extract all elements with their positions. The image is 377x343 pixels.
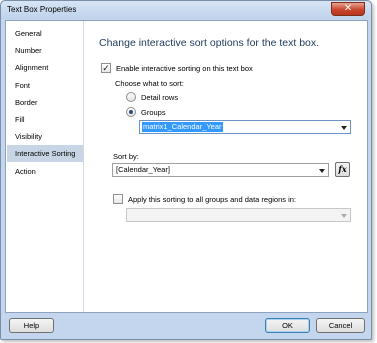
expression-button[interactable]: fx (335, 162, 350, 177)
dialog-window: Text Box Properties ✕ General Number Ali… (0, 0, 372, 340)
window-title: Text Box Properties (7, 5, 77, 14)
radio-selected-dot (129, 110, 133, 114)
groups-label: Groups (141, 108, 166, 117)
sort-by-label: Sort by: (113, 152, 139, 161)
groups-radio[interactable] (126, 107, 136, 117)
dialog-body: General Number Alignment Font Border Fil… (5, 20, 368, 313)
apply-all-checkbox[interactable] (113, 194, 123, 204)
enable-sorting-checkbox[interactable]: ✓ (101, 63, 111, 73)
close-icon: ✕ (343, 3, 353, 14)
groups-dropdown[interactable]: matrix1_Calendar_Year (139, 120, 351, 134)
apply-all-label: Apply this sorting to all groups and dat… (128, 195, 297, 204)
detail-rows-radio[interactable] (126, 92, 136, 102)
choose-sort-label: Choose what to sort: (115, 79, 184, 88)
help-button[interactable]: Help (9, 318, 54, 333)
chevron-down-icon (319, 169, 325, 173)
ok-button[interactable]: OK (265, 318, 310, 333)
title-bar[interactable]: Text Box Properties ✕ (1, 1, 371, 19)
groups-dropdown-value: matrix1_Calendar_Year (142, 122, 223, 132)
sidebar-item-font[interactable]: Font (7, 77, 83, 94)
sidebar-item-border[interactable]: Border (7, 94, 83, 111)
enable-sorting-label: Enable interactive sorting on this text … (116, 64, 253, 73)
sidebar-item-visibility[interactable]: Visibility (7, 128, 83, 145)
data-regions-value (129, 210, 131, 220)
page-title: Change interactive sort options for the … (99, 37, 320, 49)
sidebar-item-general[interactable]: General (7, 25, 83, 42)
sidebar-item-alignment[interactable]: Alignment (7, 59, 83, 76)
chevron-down-icon (341, 214, 347, 218)
sidebar-item-interactive-sorting[interactable]: Interactive Sorting (7, 145, 83, 162)
sidebar-item-action[interactable]: Action (7, 163, 83, 180)
chevron-down-icon (341, 126, 347, 130)
sort-by-dropdown[interactable]: [Calendar_Year] (112, 163, 329, 177)
close-button[interactable]: ✕ (331, 2, 365, 16)
data-regions-dropdown[interactable] (126, 208, 351, 222)
detail-rows-label: Detail rows (141, 93, 179, 102)
sidebar-item-fill[interactable]: Fill (7, 111, 83, 128)
checkmark-icon: ✓ (102, 63, 110, 73)
sort-by-value: [Calendar_Year] (116, 165, 170, 174)
fx-icon: fx (338, 164, 347, 174)
cancel-button[interactable]: Cancel (316, 318, 365, 333)
content-panel: Change interactive sort options for the … (92, 21, 367, 312)
sidebar-item-number[interactable]: Number (7, 42, 83, 59)
sidebar-nav: General Number Alignment Font Border Fil… (6, 21, 84, 312)
